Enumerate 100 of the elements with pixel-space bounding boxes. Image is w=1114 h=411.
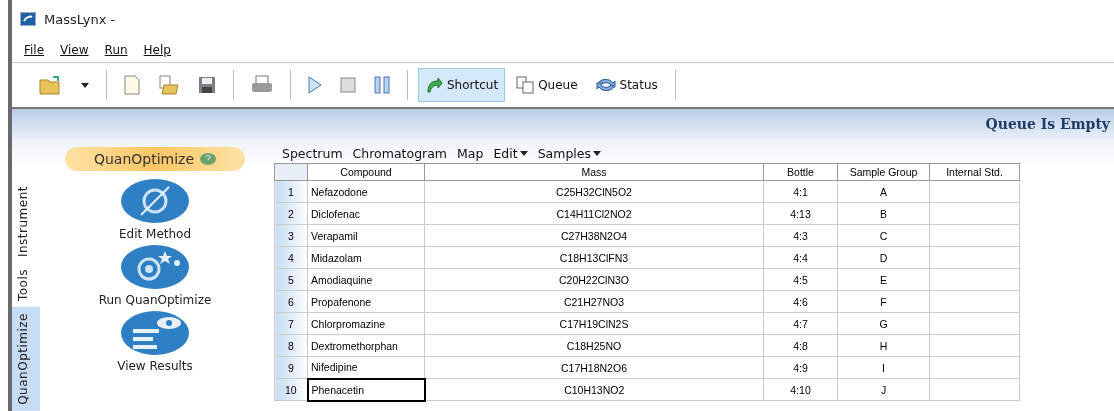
table-cell[interactable]: C14H11Cl2NO2 bbox=[424, 202, 764, 225]
table-cell[interactable]: 4:6 bbox=[763, 290, 838, 313]
help-icon[interactable] bbox=[200, 153, 217, 165]
column-header[interactable]: Internal Std. bbox=[929, 163, 1020, 181]
table-cell[interactable]: 4:3 bbox=[763, 224, 838, 247]
empty-table-cell[interactable] bbox=[929, 246, 1020, 269]
table-cell[interactable]: 4:13 bbox=[763, 202, 838, 225]
menu-item[interactable]: Help bbox=[143, 43, 171, 57]
table-cell[interactable]: C27H38N2O4 bbox=[424, 224, 764, 247]
table-cell[interactable]: J bbox=[837, 378, 930, 401]
row-header[interactable]: 1 bbox=[274, 180, 308, 203]
table-cell[interactable]: C10H13NO2 bbox=[424, 378, 764, 401]
table-cell[interactable]: Midazolam bbox=[307, 246, 425, 269]
column-header[interactable]: Bottle bbox=[763, 163, 838, 181]
row-header[interactable]: 8 bbox=[274, 334, 308, 357]
panel-action-button[interactable]: Run QuanOptimize bbox=[98, 243, 212, 307]
table-cell[interactable]: 4:4 bbox=[763, 246, 838, 269]
table-cell[interactable]: C20H22ClN3O bbox=[424, 268, 764, 291]
list-eye-icon bbox=[119, 309, 191, 357]
empty-table-cell[interactable] bbox=[929, 268, 1020, 291]
panel-action-button[interactable]: View Results bbox=[117, 309, 193, 373]
queue-status: Queue Is Empty bbox=[985, 116, 1110, 132]
play-icon bbox=[308, 76, 322, 94]
table-cell[interactable]: Verapamil bbox=[307, 224, 425, 247]
table-cell[interactable]: Phenacetin bbox=[307, 378, 425, 401]
row-header[interactable]: 7 bbox=[274, 312, 308, 335]
table-cell[interactable]: B bbox=[837, 202, 930, 225]
table-cell[interactable]: 4:5 bbox=[763, 268, 838, 291]
app-logo-icon bbox=[20, 12, 36, 26]
empty-table-cell[interactable] bbox=[929, 202, 1020, 225]
printer-icon bbox=[251, 75, 273, 95]
side-tab[interactable]: Tools bbox=[12, 263, 40, 308]
table-cell[interactable]: F bbox=[837, 290, 930, 313]
caret-icon bbox=[519, 150, 528, 156]
table-cell[interactable]: D bbox=[837, 246, 930, 269]
row-header[interactable]: 3 bbox=[274, 224, 308, 247]
row-header[interactable]: 10 bbox=[274, 378, 308, 401]
empty-table-cell[interactable] bbox=[929, 312, 1020, 335]
empty-table-cell[interactable] bbox=[929, 356, 1020, 379]
empty-table-cell[interactable] bbox=[929, 290, 1020, 313]
toolbar-button[interactable]: Shortcut bbox=[418, 68, 506, 102]
table-cell[interactable]: 4:7 bbox=[763, 312, 838, 335]
table-cell[interactable]: Amodiaquine bbox=[307, 268, 425, 291]
caret-icon bbox=[81, 82, 89, 88]
table-cell[interactable]: Chlorpromazine bbox=[307, 312, 425, 335]
table-cell[interactable]: 4:10 bbox=[763, 378, 838, 401]
table-cell[interactable]: C17H18N2O6 bbox=[424, 356, 764, 379]
table-cell[interactable]: 4:8 bbox=[763, 334, 838, 357]
panel-action-button[interactable]: Edit Method bbox=[118, 177, 192, 241]
caret-icon bbox=[593, 150, 602, 156]
target-slash-icon bbox=[119, 177, 191, 225]
table-cell[interactable]: C17H19ClN2S bbox=[424, 312, 764, 335]
table-cell[interactable]: C18H25NO bbox=[424, 334, 764, 357]
blank-page-icon bbox=[124, 75, 140, 95]
table-cell[interactable]: Propafenone bbox=[307, 290, 425, 313]
sync-arrows-icon bbox=[595, 76, 616, 94]
table-cell[interactable]: G bbox=[837, 312, 930, 335]
column-header[interactable]: Mass bbox=[424, 163, 764, 181]
menu-item[interactable]: File bbox=[24, 43, 45, 57]
stop-icon bbox=[340, 77, 356, 93]
table-cell[interactable]: C18H13ClFN3 bbox=[424, 246, 764, 269]
toolbar-button[interactable]: Queue bbox=[509, 68, 585, 102]
row-header[interactable]: 9 bbox=[274, 356, 308, 379]
side-tab[interactable]: QuanOptimize bbox=[12, 307, 40, 411]
table-cell[interactable]: 4:9 bbox=[763, 356, 838, 379]
menu-item[interactable]: Run bbox=[104, 43, 128, 57]
row-header[interactable]: 6 bbox=[274, 290, 308, 313]
empty-table-cell[interactable] bbox=[929, 180, 1020, 203]
column-header[interactable]: Compound bbox=[307, 163, 425, 181]
table-menu-item[interactable]: Map bbox=[457, 145, 484, 161]
table-cell[interactable]: Dextromethorphan bbox=[307, 334, 425, 357]
table-cell[interactable]: I bbox=[837, 356, 930, 379]
empty-table-cell[interactable] bbox=[929, 224, 1020, 247]
row-header[interactable]: 4 bbox=[274, 246, 308, 269]
column-header[interactable]: Sample Group bbox=[837, 163, 930, 181]
stacked-documents-icon bbox=[516, 76, 535, 94]
table-cell[interactable]: A bbox=[837, 180, 930, 203]
empty-table-cell[interactable] bbox=[929, 378, 1020, 401]
table-menu-item[interactable]: Spectrum bbox=[282, 145, 343, 161]
table-menu-item[interactable]: Chromatogram bbox=[352, 145, 448, 161]
folder-icon bbox=[39, 75, 63, 95]
empty-table-cell[interactable] bbox=[929, 334, 1020, 357]
table-cell[interactable]: C25H32ClN5O2 bbox=[424, 180, 764, 203]
table-cell[interactable]: 4:1 bbox=[763, 180, 838, 203]
table-cell[interactable]: C21H27NO3 bbox=[424, 290, 764, 313]
panel-title: QuanOptimize bbox=[93, 151, 195, 167]
table-cell[interactable]: Diclofenac bbox=[307, 202, 425, 225]
pause-icon bbox=[374, 76, 390, 94]
menu-item[interactable]: View bbox=[60, 43, 89, 57]
toolbar-button[interactable]: Status bbox=[588, 68, 665, 102]
side-tab[interactable]: Instrument bbox=[12, 180, 40, 264]
table-cell[interactable]: Nefazodone bbox=[307, 180, 425, 203]
row-header[interactable]: 5 bbox=[274, 268, 308, 291]
table-menu-item[interactable]: Edit bbox=[493, 145, 528, 161]
table-cell[interactable]: C bbox=[837, 224, 930, 247]
table-cell[interactable]: H bbox=[837, 334, 930, 357]
table-cell[interactable]: E bbox=[837, 268, 930, 291]
row-header[interactable]: 2 bbox=[274, 202, 308, 225]
table-menu-item[interactable]: Samples bbox=[537, 145, 602, 161]
curved-arrow-icon bbox=[425, 76, 443, 94]
